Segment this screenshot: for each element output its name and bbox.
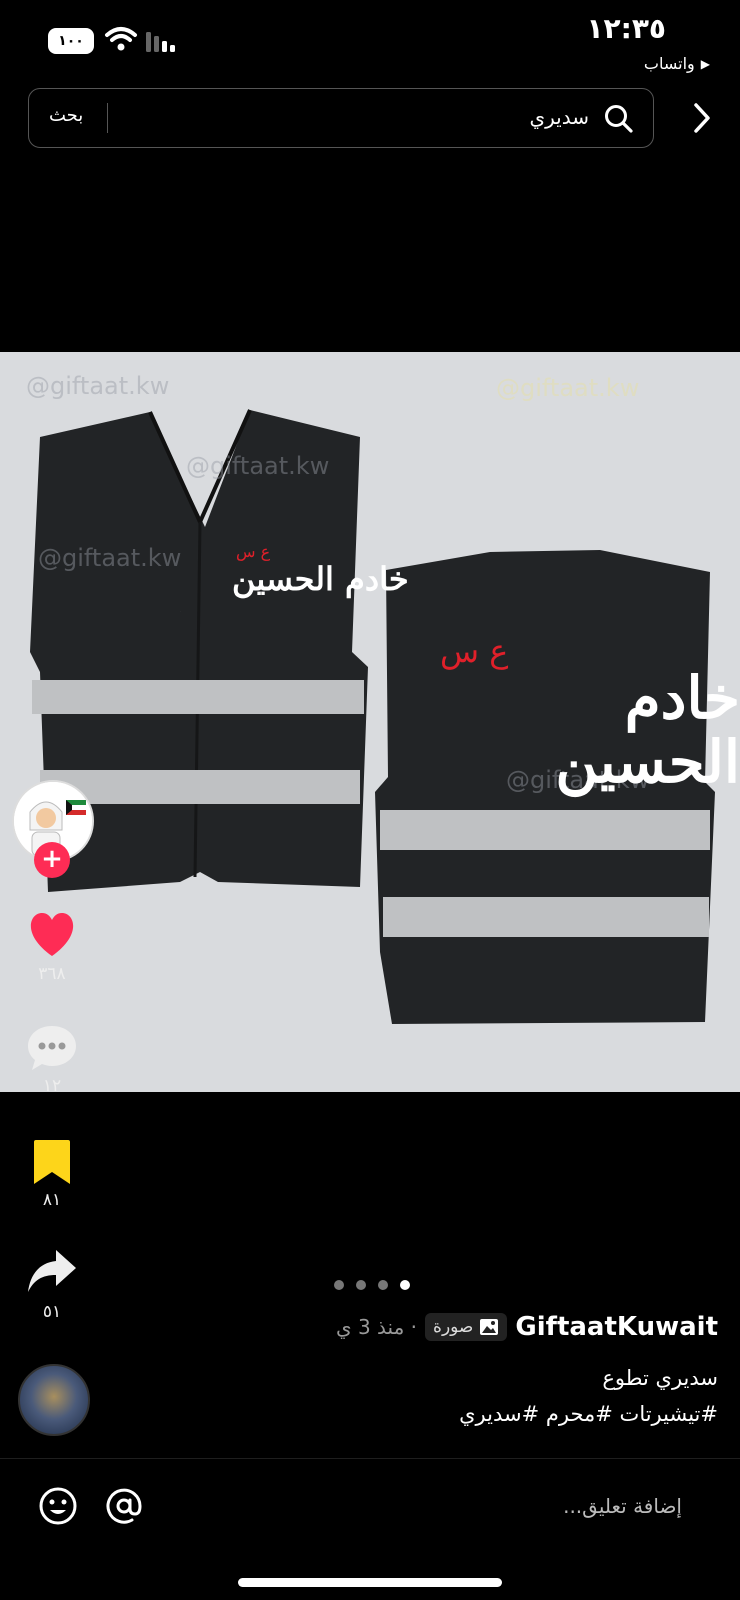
author-name[interactable]: GiftaatKuwait [515, 1312, 718, 1342]
post-type-badge: صورة [425, 1313, 508, 1341]
caption-hashtags[interactable]: #تيشيرتات #محرم #سديري [459, 1402, 718, 1426]
heart-icon[interactable] [27, 912, 77, 958]
heart-shape [30, 913, 74, 956]
follow-button[interactable]: + [34, 842, 70, 878]
share-count: ٥١ [42, 1302, 62, 1322]
chevron-right-icon[interactable] [692, 102, 712, 134]
signal-icon [146, 32, 175, 52]
watermark: @giftaat.kw [496, 374, 640, 402]
post-type-label: صورة [433, 1317, 474, 1337]
vest-front-mark: ع س [236, 542, 271, 561]
sound-avatar[interactable] [18, 1364, 90, 1436]
search-icon [605, 105, 633, 133]
battery-indicator: ١٠٠ [48, 28, 94, 54]
emoji-icon[interactable] [38, 1486, 78, 1526]
carousel-dot[interactable] [334, 1280, 344, 1290]
vest-back-mark: ع س [440, 632, 509, 670]
watermark: @giftaat.kw [26, 372, 170, 400]
status-time: ١٢:٣٥ [586, 12, 666, 45]
save-count: ٨١ [42, 1190, 62, 1210]
post-image[interactable]: @giftaat.kw @giftaat.kw @giftaat.kw @gif… [0, 352, 740, 1092]
watermark: @giftaat.kw [38, 544, 182, 572]
mention-icon[interactable] [104, 1486, 144, 1526]
search-button[interactable]: بحث [49, 105, 83, 126]
search-bar[interactable]: بحث سديري [28, 88, 654, 148]
carousel-dots [334, 1280, 410, 1290]
search-divider [107, 103, 108, 133]
back-triangle-icon: ▶ [700, 56, 710, 71]
vest-front-text: خادم الحسين [232, 560, 409, 598]
home-indicator [238, 1578, 502, 1587]
carousel-dot-active[interactable] [400, 1280, 410, 1290]
watermark: @giftaat.kw [186, 452, 330, 480]
caption-line: سديري تطوع [602, 1366, 718, 1390]
post-time: · منذ 3 ي [335, 1315, 418, 1339]
vest-back-text: خادم الحسين [555, 664, 740, 796]
like-count: ٣٦٨ [38, 964, 66, 984]
image-icon [480, 1319, 499, 1335]
back-app-label: واتساب [643, 54, 695, 73]
comment-icon[interactable] [26, 1024, 78, 1072]
search-input[interactable]: سديري [529, 105, 589, 129]
carousel-dot[interactable] [378, 1280, 388, 1290]
back-to-app-link[interactable]: واتساب ▶ [644, 54, 710, 73]
post-meta: · منذ 3 ي صورة GiftaatKuwait [336, 1312, 718, 1342]
wifi-icon [105, 27, 137, 51]
bookmark-shape [34, 1140, 70, 1184]
carousel-dot[interactable] [356, 1280, 366, 1290]
share-icon[interactable] [26, 1248, 78, 1296]
bookmark-icon[interactable] [32, 1138, 72, 1186]
divider [0, 1458, 740, 1459]
comment-count: ١٢ [42, 1076, 62, 1096]
comment-input[interactable]: إضافة تعليق... [563, 1494, 682, 1518]
